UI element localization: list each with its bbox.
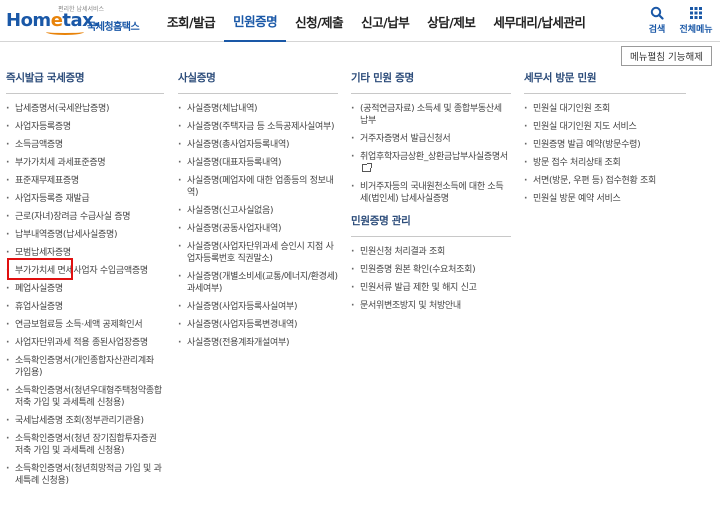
- menu-item[interactable]: 방문 접수 처리상태 조회: [524, 157, 686, 169]
- menu-list: 사실증명(체납내역) 사실증명(주택자금 등 소득공제사실여부) 사실증명(총사…: [178, 103, 338, 349]
- menu-item[interactable]: 민원증명 발급 예약(방문수령): [524, 139, 686, 151]
- menu-item[interactable]: 사실증명(사업자등록사실여부): [178, 301, 338, 313]
- menu-item[interactable]: 소득확인증명서(개인종합자산관리계좌 가입용): [6, 355, 164, 379]
- menu-item[interactable]: 표준재무제표증명: [6, 175, 164, 187]
- office-visit-column: 세무서 방문 민원 민원실 대기인원 조회 민원실 대기인원 지도 서비스 민원…: [524, 70, 686, 211]
- menu-item[interactable]: 문서위변조방지 및 처방안내: [351, 300, 511, 312]
- nav-apply-submit[interactable]: 신청/제출: [286, 0, 352, 42]
- nav-tax-agent[interactable]: 세무대리/납세관리: [484, 0, 594, 42]
- column-title: 기타 민원 증명: [351, 70, 511, 94]
- menu-item[interactable]: 취업후학자금상환_상환금납부사실증명서: [351, 151, 511, 175]
- menu-item[interactable]: 사업자등록증 재발급: [6, 193, 164, 205]
- column-title: 사실증명: [178, 70, 338, 94]
- menu-item[interactable]: 서면(방문, 우편 등) 접수현황 조회: [524, 175, 686, 187]
- search-label: 검색: [648, 25, 666, 35]
- menu-item[interactable]: 비거주자등의 국내원천소득에 대한 소득세(법인세) 납세사실증명: [351, 181, 511, 205]
- menu-expand-disable-button[interactable]: 메뉴펼침 기능해제: [621, 46, 712, 66]
- nav-civil-certificates[interactable]: 민원증명: [224, 0, 287, 42]
- menu-item[interactable]: 소득금액증명: [6, 139, 164, 151]
- menu-item[interactable]: 휴업사실증명: [6, 301, 164, 313]
- other-certificates-column: 기타 민원 증명 (공적연금자료) 소득세 및 종합부동산세 납부 거주자증명서…: [351, 70, 511, 318]
- menu-item[interactable]: 사실증명(폐업자에 대한 업종등의 정보내역): [178, 175, 338, 199]
- menu-item[interactable]: (공적연금자료) 소득세 및 종합부동산세 납부: [351, 103, 511, 127]
- menu-item[interactable]: 소득확인증명서(청년희망적금 가입 및 과세특례 신청용): [6, 463, 164, 487]
- menu-item[interactable]: 부가가치세 과세표준증명: [6, 157, 164, 169]
- grid-menu-icon: [690, 7, 702, 19]
- menu-item[interactable]: 사실증명(신고사실없음): [178, 205, 338, 217]
- menu-item[interactable]: 민원증명 원본 확인(수요처조회): [351, 264, 511, 276]
- menu-item[interactable]: 사실증명(공동사업자내역): [178, 223, 338, 235]
- search-icon: [650, 6, 664, 20]
- nav-consult-report[interactable]: 상담/제보: [418, 0, 484, 42]
- menu-item[interactable]: 사업자등록증명: [6, 121, 164, 133]
- logo-wordmark: Hometax.: [6, 10, 100, 31]
- menu-item[interactable]: 납부내역증명(납세사실증명): [6, 229, 164, 241]
- menu-item[interactable]: 사실증명(사업자등록변경내역): [178, 319, 338, 331]
- highlight-box: [7, 258, 73, 280]
- menu-item[interactable]: 거주자증명서 발급신청서: [351, 133, 511, 145]
- menu-item[interactable]: 납세증명서(국세완납증명): [6, 103, 164, 115]
- menu-item[interactable]: 소득확인증명서(청년우대형주택청약종합저축 가입 및 과세특례 신청용): [6, 385, 164, 409]
- menu-item[interactable]: 민원실 대기인원 지도 서비스: [524, 121, 686, 133]
- menu-item[interactable]: 국세납세증명 조회(정부관리기관용): [6, 415, 164, 427]
- external-link-icon: [362, 163, 372, 172]
- menu-item[interactable]: 민원신청 처리결과 조회: [351, 246, 511, 258]
- menu-item[interactable]: 사실증명(개별소비세(교통/에너지/환경세)과세여부): [178, 271, 338, 295]
- menu-item[interactable]: 사실증명(대표자등록내역): [178, 157, 338, 169]
- menu-list: 민원실 대기인원 조회 민원실 대기인원 지도 서비스 민원증명 발급 예약(방…: [524, 103, 686, 205]
- menu-list: 납세증명서(국세완납증명) 사업자등록증명 소득금액증명 부가가치세 과세표준증…: [6, 103, 164, 487]
- menu-list: 민원신청 처리결과 조회 민원증명 원본 확인(수요처조회) 민원서류 발급 제…: [351, 246, 511, 312]
- menu-list: (공적연금자료) 소득세 및 종합부동산세 납부 거주자증명서 발급신청서 취업…: [351, 103, 511, 205]
- nav-inquiry-issue[interactable]: 조회/발급: [158, 0, 224, 42]
- menu-item[interactable]: 사실증명(체납내역): [178, 103, 338, 115]
- fact-certificates-column: 사실증명 사실증명(체납내역) 사실증명(주택자금 등 소득공제사실여부) 사실…: [178, 70, 338, 355]
- section-title: 민원증명 관리: [351, 213, 511, 237]
- menu-item[interactable]: 민원서류 발급 제한 및 해지 신고: [351, 282, 511, 294]
- all-menu-label: 전체메뉴: [679, 25, 713, 35]
- logo-korean-name: 국세청홈택스: [87, 22, 140, 33]
- menu-item[interactable]: 사업자단위과세 적용 종된사업장증명: [6, 337, 164, 349]
- menu-item[interactable]: 근로(자녀)장려금 수급사실 증명: [6, 211, 164, 223]
- menu-item[interactable]: 소득확인증명서(청년 장기집합투자증권저축 가입 및 과세특례 신청용): [6, 433, 164, 457]
- menu-item[interactable]: 사실증명(주택자금 등 소득공제사실여부): [178, 121, 338, 133]
- logo-swoosh-icon: [46, 29, 84, 35]
- menu-item[interactable]: 사실증명(사업자단위과세 승인시 지점 사업자등록번호 직권말소): [178, 241, 338, 265]
- menu-item[interactable]: 사실증명(총사업자등록내역): [178, 139, 338, 151]
- all-menu-button[interactable]: 전체메뉴: [676, 6, 716, 35]
- menu-item[interactable]: 연금보험료등 소득·세액 공제확인서: [6, 319, 164, 331]
- top-header: 편리한 납세서비스 Hometax. 국세청홈택스 조회/발급 민원증명 신청/…: [0, 0, 720, 42]
- nav-report-pay[interactable]: 신고/납부: [352, 0, 418, 42]
- instant-certificates-column: 즉시발급 국세증명 납세증명서(국세완납증명) 사업자등록증명 소득금액증명 부…: [6, 70, 164, 493]
- menu-item[interactable]: 민원실 방문 예약 서비스: [524, 193, 686, 205]
- menu-item[interactable]: 민원실 대기인원 조회: [524, 103, 686, 115]
- column-title: 세무서 방문 민원: [524, 70, 686, 94]
- main-nav: 조회/발급 민원증명 신청/제출 신고/납부 상담/제보 세무대리/납세관리: [158, 0, 594, 42]
- menu-item[interactable]: 사실증명(전용계좌개설여부): [178, 337, 338, 349]
- hometax-logo[interactable]: 편리한 납세서비스 Hometax. 국세청홈택스: [6, 4, 156, 38]
- menu-item-closure-certificate[interactable]: 폐업사실증명: [6, 283, 164, 295]
- column-title: 즉시발급 국세증명: [6, 70, 164, 94]
- search-button[interactable]: 검색: [637, 6, 677, 35]
